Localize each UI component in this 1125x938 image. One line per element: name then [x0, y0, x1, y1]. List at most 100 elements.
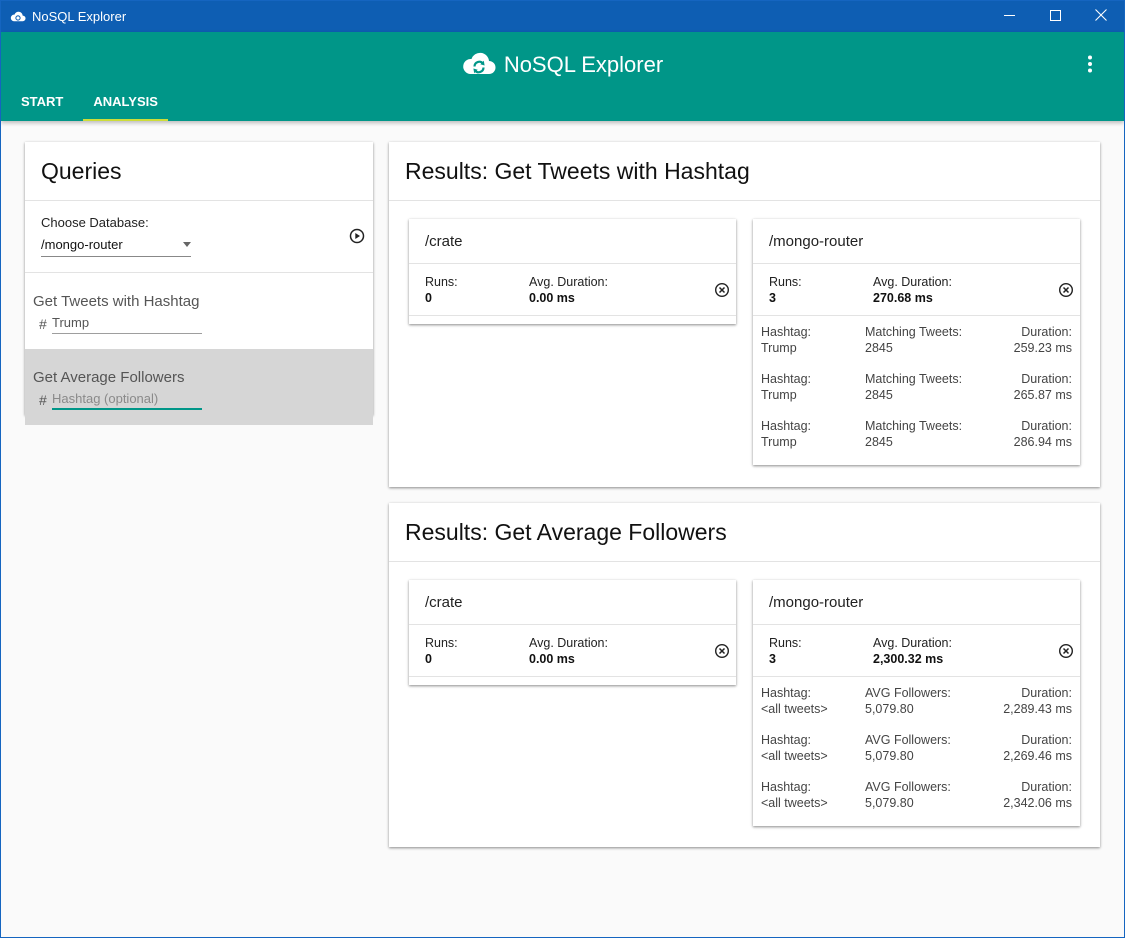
db-result-crate: /crate Runs: 0 Avg. Duration: 0.00 ms [409, 219, 736, 324]
db-stats: Runs: 0 Avg. Duration: 0.00 ms [409, 264, 736, 316]
hashtag-value: Trump [761, 435, 797, 449]
database-select[interactable]: /mongo-router [41, 235, 191, 257]
db-result-mongo-router: /mongo-router Runs: 3 Avg. Duration: 2,3… [753, 580, 1080, 826]
query-item-get-average-followers[interactable]: Get Average Followers # [25, 349, 373, 425]
db-result-crate: /crate Runs: 0 Avg. Duration: 0.00 ms [409, 580, 736, 685]
avg-duration-label: Avg. Duration: [873, 636, 952, 650]
tab-bar: START ANALYSIS [1, 82, 168, 121]
hashtag-label: Hashtag: [761, 686, 812, 700]
duration-value: 2,269.46 ms [1003, 749, 1072, 763]
query-title: Get Tweets with Hashtag [33, 293, 200, 310]
clear-circle-icon[interactable] [1058, 282, 1074, 298]
matching-tweets-value: 2845 [865, 388, 893, 402]
runs-label: Runs: [769, 636, 802, 650]
db-name: /crate [409, 219, 736, 264]
hashtag-prefix: # [39, 316, 47, 332]
avg-duration-value: 2,300.32 ms [873, 652, 944, 666]
hashtag-value: Trump [761, 388, 797, 402]
maximize-icon [1049, 8, 1061, 26]
avg-duration-value: 270.68 ms [873, 291, 933, 305]
duration-label: Duration: [1021, 780, 1072, 794]
minimize-icon [1003, 8, 1015, 26]
clear-circle-icon[interactable] [714, 643, 730, 659]
avg-duration-value: 0.00 ms [529, 652, 575, 666]
hashtag-value: Trump [761, 341, 797, 355]
app-header: NoSQL Explorer START ANALYSIS [1, 32, 1124, 121]
results-card-get-tweets: Results: Get Tweets with Hashtag /crate … [389, 142, 1100, 487]
close-icon [1095, 8, 1107, 26]
runs-label: Runs: [425, 275, 458, 289]
db-name: /mongo-router [753, 219, 1080, 264]
matching-tweets-value: 2845 [865, 341, 893, 355]
results-title: Results: Get Average Followers [389, 503, 1100, 562]
database-select-value: /mongo-router [41, 237, 123, 252]
db-stats: Runs: 3 Avg. Duration: 270.68 ms [753, 264, 1080, 316]
avg-duration-label: Avg. Duration: [529, 636, 608, 650]
app-name: NoSQL Explorer [503, 52, 664, 77]
cloud-sync-icon [10, 9, 26, 25]
run-row: Hashtag: Trump Matching Tweets: 2845 Dur… [753, 316, 1080, 363]
database-label: Choose Database: [41, 215, 149, 230]
duration-label: Duration: [1021, 325, 1072, 339]
hashtag-label: Hashtag: [761, 325, 812, 339]
run-row: Hashtag: <all tweets> AVG Followers: 5,0… [753, 771, 1080, 818]
clear-circle-icon[interactable] [714, 282, 730, 298]
run-row: Hashtag: Trump Matching Tweets: 2845 Dur… [753, 363, 1080, 410]
db-result-mongo-router: /mongo-router Runs: 3 Avg. Duration: 270… [753, 219, 1080, 465]
hashtag-input[interactable] [52, 388, 202, 410]
duration-value: 265.87 ms [1013, 388, 1072, 402]
matching-tweets-label: Matching Tweets: [865, 372, 963, 386]
hashtag-input[interactable] [52, 312, 202, 334]
run-row: Hashtag: <all tweets> AVG Followers: 5,0… [753, 677, 1080, 724]
duration-value: 286.94 ms [1013, 435, 1072, 449]
avg-followers-value: 5,079.80 [865, 796, 914, 810]
hashtag-value: <all tweets> [761, 702, 828, 716]
duration-label: Duration: [1021, 686, 1072, 700]
hashtag-prefix: # [39, 392, 47, 408]
matching-tweets-value: 2845 [865, 435, 893, 449]
avg-followers-label: AVG Followers: [865, 780, 951, 794]
chevron-down-icon [183, 242, 191, 247]
window-title: NoSQL Explorer [32, 9, 127, 24]
runs-label: Runs: [425, 636, 458, 650]
overflow-menu-button[interactable] [1078, 54, 1102, 78]
runs-value: 3 [769, 652, 776, 666]
hashtag-label: Hashtag: [761, 419, 812, 433]
hashtag-label: Hashtag: [761, 372, 812, 386]
avg-duration-label: Avg. Duration: [529, 275, 608, 289]
db-stats: Runs: 0 Avg. Duration: 0.00 ms [409, 625, 736, 677]
hashtag-label: Hashtag: [761, 780, 812, 794]
cloud-sync-icon [462, 51, 496, 79]
duration-label: Duration: [1021, 372, 1072, 386]
duration-value: 2,289.43 ms [1003, 702, 1072, 716]
duration-label: Duration: [1021, 733, 1072, 747]
duration-value: 2,342.06 ms [1003, 796, 1072, 810]
database-selector-row: Choose Database: /mongo-router [25, 201, 373, 273]
avg-duration-value: 0.00 ms [529, 291, 575, 305]
db-name: /crate [409, 580, 736, 625]
run-list: Hashtag: Trump Matching Tweets: 2845 Dur… [753, 316, 1080, 457]
tab-analysis[interactable]: ANALYSIS [83, 82, 168, 121]
hashtag-value: <all tweets> [761, 749, 828, 763]
clear-circle-icon[interactable] [1058, 643, 1074, 659]
query-item-get-tweets[interactable]: Get Tweets with Hashtag # [25, 273, 373, 349]
runs-label: Runs: [769, 275, 802, 289]
avg-followers-value: 5,079.80 [865, 749, 914, 763]
tab-start[interactable]: START [11, 82, 73, 121]
maximize-button[interactable] [1032, 1, 1078, 32]
hashtag-label: Hashtag: [761, 733, 812, 747]
avg-followers-label: AVG Followers: [865, 686, 951, 700]
title-bar[interactable]: NoSQL Explorer [1, 1, 1124, 32]
avg-duration-label: Avg. Duration: [873, 275, 952, 289]
play-circle-icon[interactable] [349, 228, 365, 244]
run-row: Hashtag: <all tweets> AVG Followers: 5,0… [753, 724, 1080, 771]
results-card-get-average-followers: Results: Get Average Followers /crate Ru… [389, 503, 1100, 847]
run-row: Hashtag: Trump Matching Tweets: 2845 Dur… [753, 410, 1080, 457]
minimize-button[interactable] [986, 1, 1032, 32]
more-vertical-icon [1087, 55, 1093, 78]
close-button[interactable] [1078, 1, 1124, 32]
runs-value: 3 [769, 291, 776, 305]
results-title: Results: Get Tweets with Hashtag [389, 142, 1100, 201]
query-title: Get Average Followers [33, 369, 185, 386]
duration-value: 259.23 ms [1013, 341, 1072, 355]
